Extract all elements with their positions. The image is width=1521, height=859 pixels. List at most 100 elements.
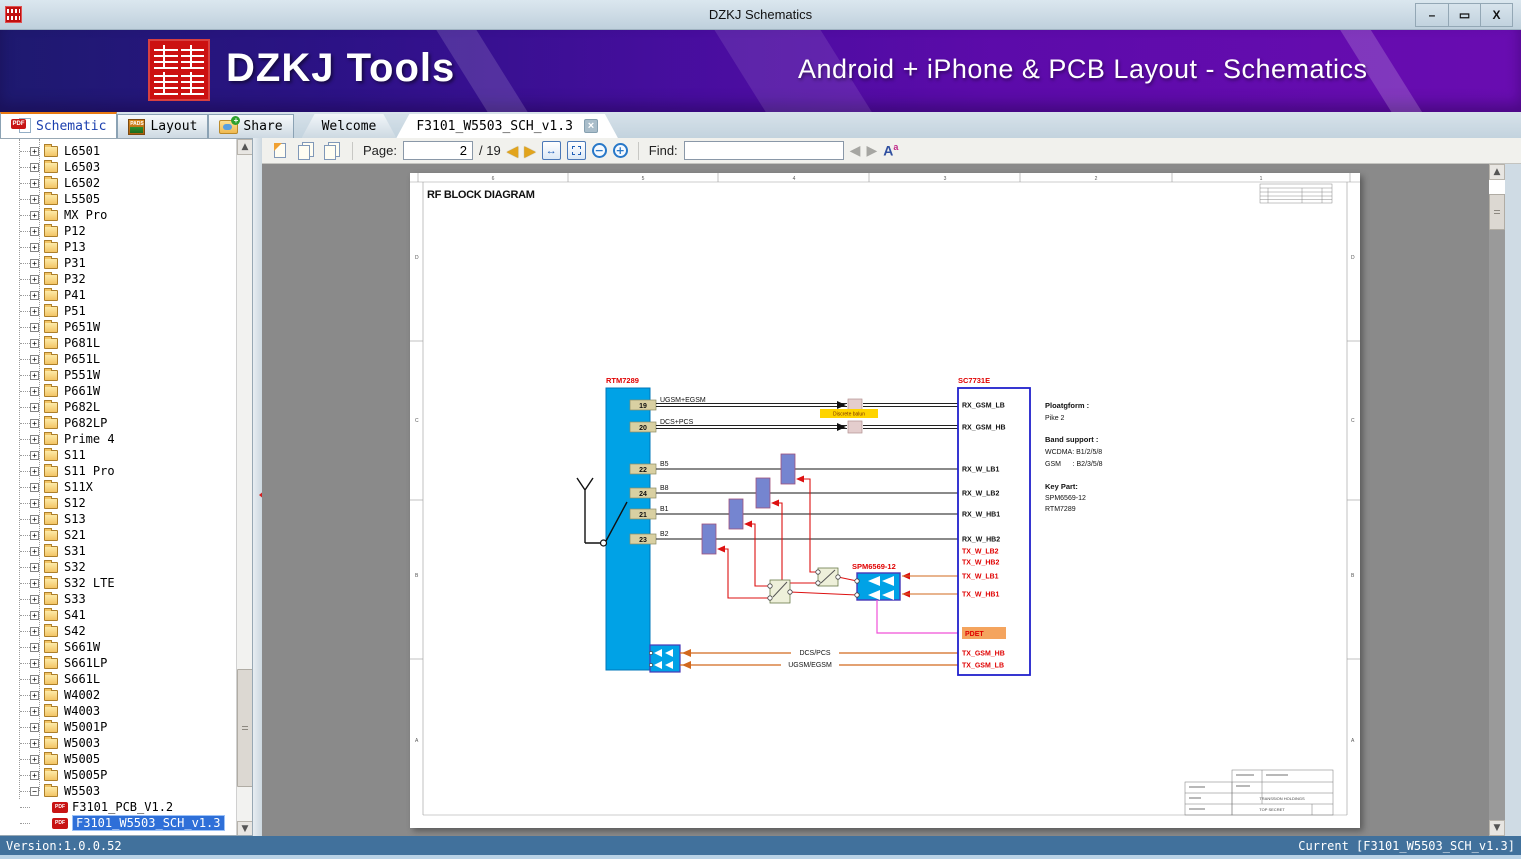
expand-icon[interactable] [30,547,39,556]
close-button[interactable]: X [1480,4,1512,26]
tree-item-folder[interactable]: S11 Pro [0,463,236,479]
expand-icon[interactable] [30,355,39,364]
maximize-button[interactable]: ▭ [1448,4,1480,26]
expand-icon[interactable] [30,579,39,588]
tree-item-folder[interactable]: W4002 [0,687,236,703]
expand-icon[interactable] [30,451,39,460]
scrollbar-track[interactable] [1489,180,1505,194]
tree-item-folder[interactable]: P51 [0,303,236,319]
fit-page-button[interactable] [567,141,586,160]
tree-item-folder[interactable]: MX Pro [0,207,236,223]
tree-item-folder[interactable]: S42 [0,623,236,639]
expand-icon[interactable] [30,691,39,700]
copy-page-alt-icon[interactable] [322,141,342,161]
tree-item-folder[interactable]: S31 [0,543,236,559]
expand-icon[interactable] [30,723,39,732]
scroll-up-button[interactable]: ▲ [237,139,253,155]
tree-item-folder[interactable]: P651L [0,351,236,367]
tree-item-folder[interactable]: S41 [0,607,236,623]
expand-icon[interactable] [30,771,39,780]
zoom-out-button[interactable]: − [592,143,607,158]
expand-icon[interactable] [30,275,39,284]
panel-splitter[interactable] [253,138,262,836]
tree-item-folder[interactable]: W5005P [0,767,236,783]
close-tab-icon[interactable] [584,119,598,133]
expand-icon[interactable] [30,611,39,620]
expand-icon[interactable] [30,563,39,572]
tree-item-folder[interactable]: S661W [0,639,236,655]
tree-item-folder[interactable]: P551W [0,367,236,383]
tree-item-folder[interactable]: P682LP [0,415,236,431]
tab-document[interactable]: F3101_W5503_SCH_v1.3 [396,114,618,138]
scrollbar-thumb[interactable] [237,669,253,787]
tree-item-folder[interactable]: S661LP [0,655,236,671]
tree-item-folder[interactable]: P682L [0,399,236,415]
tree-item-folder[interactable]: S12 [0,495,236,511]
expand-icon[interactable] [30,339,39,348]
expand-icon[interactable] [30,195,39,204]
tree-scrollbar[interactable]: ▲ ▼ [236,139,252,836]
find-next-icon[interactable]: ▶ [866,143,877,159]
tree-item-folder[interactable]: S32 [0,559,236,575]
expand-icon[interactable] [30,419,39,428]
zoom-in-button[interactable]: + [613,143,628,158]
tab-share[interactable]: Share [208,114,293,138]
tree-item-folder[interactable]: S13 [0,511,236,527]
expand-icon[interactable] [30,499,39,508]
expand-icon[interactable] [30,179,39,188]
tree-item-folder[interactable]: P41 [0,287,236,303]
expand-icon[interactable] [30,227,39,236]
scrollbar-thumb[interactable] [1489,194,1505,230]
expand-icon[interactable] [30,467,39,476]
expand-icon[interactable] [30,371,39,380]
expand-icon[interactable] [30,387,39,396]
expand-icon[interactable] [30,515,39,524]
next-page-button[interactable]: ▶ [524,141,536,161]
tree-item-folder[interactable]: W5001P [0,719,236,735]
tree-item-folder-expanded[interactable]: W5503 [0,783,236,799]
tree-item-folder[interactable]: P13 [0,239,236,255]
expand-icon[interactable] [30,307,39,316]
expand-icon[interactable] [30,403,39,412]
tree-item-folder[interactable]: S11 [0,447,236,463]
prev-page-button[interactable]: ◀ [507,141,519,161]
tree-item-file-selected[interactable]: F3101_W5503_SCH_v1.3 [0,815,236,831]
page-number-input[interactable] [403,141,473,160]
expand-icon[interactable] [30,531,39,540]
expand-icon[interactable] [30,323,39,332]
tree-item-folder[interactable]: P651W [0,319,236,335]
expand-icon[interactable] [30,435,39,444]
tree-item-folder[interactable]: S21 [0,527,236,543]
tree-item-folder[interactable]: L6501 [0,143,236,159]
expand-icon[interactable] [30,291,39,300]
expand-icon[interactable] [30,675,39,684]
expand-icon[interactable] [30,739,39,748]
copy-page-icon[interactable] [296,141,316,161]
tree-item-folder[interactable]: W4003 [0,703,236,719]
tree-item-file[interactable]: F3101_PCB_V1.2 [0,799,236,815]
tree-item-folder[interactable]: L6502 [0,175,236,191]
tab-layout[interactable]: Layout [117,114,208,138]
tree-item-folder[interactable]: P681L [0,335,236,351]
tree-item-folder[interactable]: S661L [0,671,236,687]
tree-item-folder[interactable]: P31 [0,255,236,271]
expand-icon[interactable] [30,243,39,252]
scroll-up-button[interactable]: ▲ [1489,164,1505,180]
tree-item-folder[interactable]: W5003 [0,735,236,751]
tree-item-folder[interactable]: L6503 [0,159,236,175]
tree-item-folder[interactable]: P661W [0,383,236,399]
tree-item-folder[interactable]: P32 [0,271,236,287]
expand-icon[interactable] [30,643,39,652]
find-input[interactable] [684,141,844,160]
minimize-button[interactable]: – [1416,4,1448,26]
expand-icon[interactable] [30,659,39,668]
find-previous-icon[interactable]: ◀ [850,143,861,159]
match-case-icon[interactable]: Aa [883,142,898,159]
expand-icon[interactable] [30,595,39,604]
expand-icon[interactable] [30,483,39,492]
expand-icon[interactable] [30,707,39,716]
tree-item-folder[interactable]: L5505 [0,191,236,207]
expand-icon[interactable] [30,211,39,220]
expand-icon[interactable] [30,627,39,636]
tree-item-folder[interactable]: S32 LTE [0,575,236,591]
